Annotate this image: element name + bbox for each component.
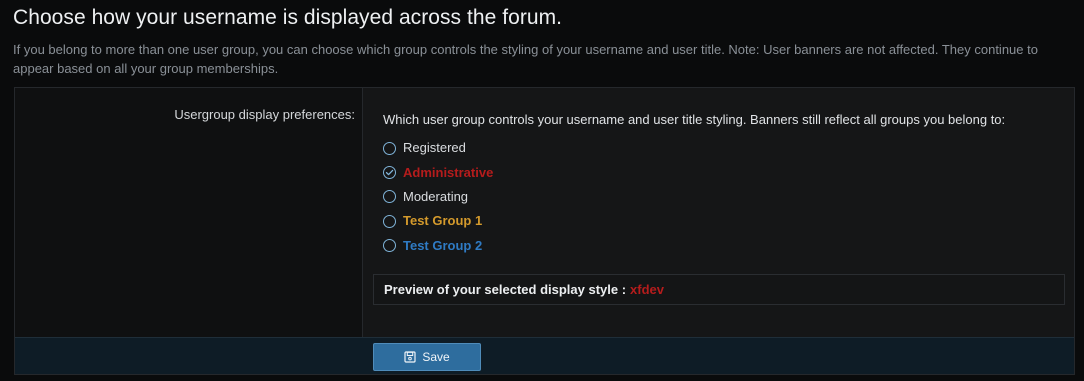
field-label: Usergroup display preferences: <box>174 107 355 122</box>
radio-button[interactable] <box>383 141 396 155</box>
field-label-column: Usergroup display preferences: <box>15 88 363 337</box>
field-content-column: Which user group controls your username … <box>363 88 1074 337</box>
check-icon <box>385 169 394 176</box>
radio-button-selected[interactable] <box>383 166 396 180</box>
radio-button[interactable] <box>383 214 396 228</box>
radio-label[interactable]: Administrative <box>403 165 493 181</box>
radio-button[interactable] <box>383 190 396 204</box>
form-row: Usergroup display preferences: Which use… <box>15 88 1074 337</box>
radio-option-registered[interactable]: Registered <box>383 136 493 160</box>
display-style-preview: Preview of your selected display style :… <box>373 274 1065 305</box>
preview-username: xfdev <box>630 282 665 297</box>
radio-label[interactable]: Test Group 1 <box>403 213 482 229</box>
save-button[interactable]: Save <box>373 343 481 371</box>
save-icon <box>404 351 416 363</box>
form-submit-row: Save <box>15 337 1074 374</box>
page-title: Choose how your username is displayed ac… <box>13 6 563 29</box>
preview-label: Preview of your selected display style : <box>384 282 627 297</box>
page-description: If you belong to more than one user grou… <box>13 42 1038 76</box>
save-button-label[interactable]: Save <box>422 350 449 364</box>
radio-label[interactable]: Moderating <box>403 189 468 205</box>
radio-option-administrative[interactable]: Administrative <box>383 160 493 184</box>
field-explain: Which user group controls your username … <box>383 112 1006 127</box>
preferences-panel: Usergroup display preferences: Which use… <box>14 87 1075 375</box>
radio-label[interactable]: Test Group 2 <box>403 238 482 254</box>
radio-option-test-group-1[interactable]: Test Group 1 <box>383 209 493 233</box>
radio-option-test-group-2[interactable]: Test Group 2 <box>383 234 493 258</box>
radio-option-moderating[interactable]: Moderating <box>383 185 493 209</box>
radio-label[interactable]: Registered <box>403 140 466 156</box>
radio-button[interactable] <box>383 239 396 253</box>
usergroup-radio-list: Registered Administrative Moderating Tes… <box>383 136 493 258</box>
page: Choose how your username is displayed ac… <box>0 0 1084 381</box>
